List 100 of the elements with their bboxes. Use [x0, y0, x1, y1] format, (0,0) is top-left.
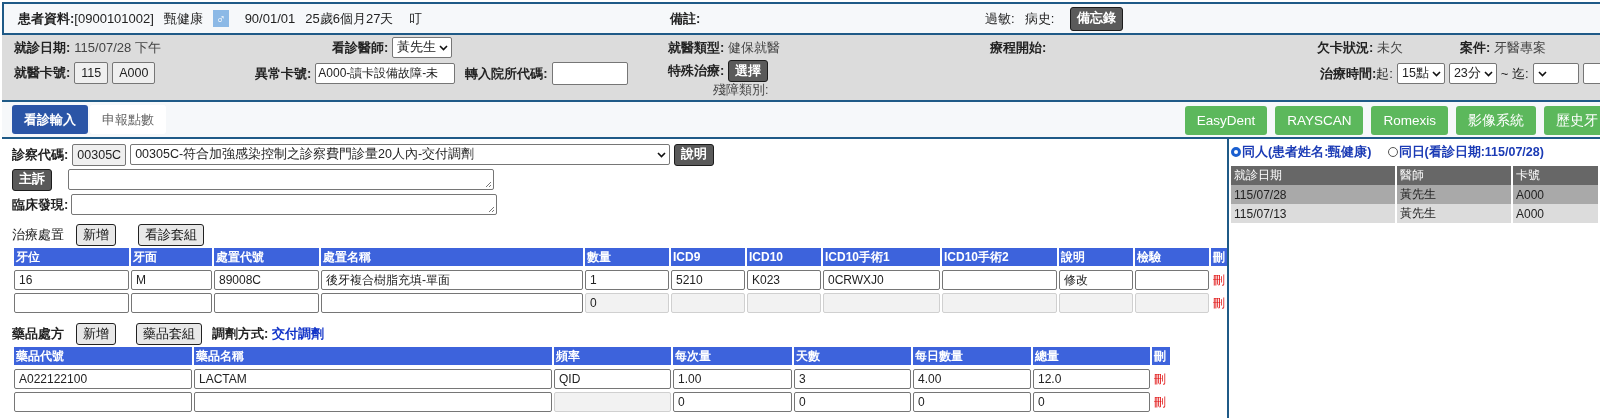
column-header: ICD9	[671, 248, 745, 266]
delete-link[interactable]: 刪	[1152, 393, 1170, 411]
caret-icon	[1483, 70, 1493, 77]
explain-button[interactable]: 說明	[674, 143, 715, 166]
table-cell[interactable]: A000	[1513, 185, 1600, 204]
input-field[interactable]: K023	[747, 270, 821, 290]
field-label: 起:	[1376, 64, 1393, 83]
input-field[interactable]: 3	[794, 369, 911, 389]
section-title: 藥品處方	[12, 325, 64, 343]
column-header: 卡號	[1513, 166, 1600, 185]
complaint-button[interactable]: 主訴	[12, 168, 52, 191]
column-header: 總量	[1033, 347, 1150, 365]
hour-select[interactable]: 15點	[1396, 63, 1445, 84]
section-button[interactable]: 藥品套組	[136, 323, 202, 345]
input-field[interactable]: 0	[794, 392, 911, 412]
column-header: ICD10手術1	[823, 248, 940, 266]
radio-icon[interactable]	[1231, 147, 1241, 157]
patient-name: 甄健康	[163, 9, 203, 28]
input-field[interactable]	[14, 293, 129, 313]
table-cell[interactable]: 115/07/13	[1231, 204, 1397, 223]
caret-icon	[439, 44, 449, 51]
input-field[interactable]	[321, 293, 583, 313]
input-field[interactable]: 後牙複合樹脂充填-單面	[321, 270, 583, 290]
input-field[interactable]: LACTAM	[194, 369, 552, 389]
input-field[interactable]	[14, 392, 192, 412]
field-label: 就醫卡號:	[14, 64, 71, 82]
column-header: 每日數量	[913, 347, 1031, 365]
section-button[interactable]: 新增	[76, 224, 116, 246]
text-area[interactable]	[68, 169, 494, 190]
section-button[interactable]: 新增	[76, 323, 116, 345]
patient-id: 患者資料:[0900101002]	[18, 9, 154, 28]
field-label: 診察代碼:	[12, 145, 69, 164]
minute-select[interactable]: 23分	[1448, 63, 1497, 84]
text-area[interactable]	[71, 194, 498, 215]
table-cell[interactable]: A000	[1513, 204, 1600, 223]
tab[interactable]: 看診輸入	[12, 105, 88, 134]
input-field[interactable]: 修改	[1059, 270, 1133, 290]
delete-link[interactable]: 刪	[1211, 294, 1229, 312]
input-field[interactable]: 12.0	[1033, 369, 1150, 389]
section-title: 治療處置	[12, 226, 64, 244]
input-field[interactable]	[214, 293, 319, 313]
caret-icon	[657, 151, 667, 158]
input-field[interactable]	[131, 293, 212, 313]
hour-select[interactable]	[1532, 63, 1579, 84]
delete-link[interactable]: 刪	[1152, 370, 1170, 388]
input-field[interactable]: 0CRWXJ0	[823, 270, 940, 290]
input-field[interactable]	[942, 270, 1057, 290]
column-header: ICD10	[747, 248, 821, 266]
column-header: 醫師	[1397, 166, 1513, 185]
field-label: 欠卡狀況:	[1317, 38, 1374, 57]
section-button[interactable]: 看診套組	[138, 224, 204, 246]
code-select[interactable]: 00305C-符合加強感染控制之診察費門診量20人內-交付調劑	[130, 144, 671, 165]
input-field[interactable]: QID	[554, 369, 671, 389]
field-label: 異常卡號:	[255, 64, 312, 83]
memo-button[interactable]: 備忘錄	[1070, 6, 1124, 31]
column-header: ICD10手術2	[942, 248, 1057, 266]
input-field[interactable]: A022122100	[14, 369, 192, 389]
alert-mark: 叮	[409, 9, 423, 28]
birth-date: 90/01/01	[244, 11, 296, 26]
input-field[interactable]: M	[131, 270, 212, 290]
resize-grip-icon	[488, 206, 496, 213]
field-label: 就醫類型:	[668, 38, 725, 57]
input-field[interactable]: 4.00	[913, 369, 1031, 389]
table-cell[interactable]: 黃先生	[1397, 185, 1513, 204]
input-field[interactable]: A000	[112, 62, 156, 84]
column-header: 天數	[794, 347, 911, 365]
column-header: 數量	[585, 248, 669, 266]
column-header: 檢驗	[1135, 248, 1209, 266]
field-value: 未欠	[1377, 38, 1404, 57]
input-field[interactable]	[194, 392, 552, 412]
input-field[interactable]: 5210	[671, 270, 745, 290]
table-cell[interactable]: 115/07/28	[1231, 185, 1397, 204]
input-field[interactable]: 1	[585, 270, 669, 290]
gender-badge: ♂	[212, 10, 229, 27]
table-cell[interactable]: 黃先生	[1397, 204, 1513, 223]
resize-grip-icon	[485, 181, 492, 188]
delete-link[interactable]: 刪	[1211, 271, 1229, 289]
allergy-label: 過敏:	[985, 9, 1015, 28]
doctor-select[interactable]: 黃先生	[392, 37, 453, 58]
input-field[interactable]: 1.00	[673, 369, 792, 389]
radio-option[interactable]: 同日(看診日期:115/07/28)	[1387, 143, 1544, 161]
column-header: 刪	[1152, 347, 1170, 365]
input-field[interactable]: 16	[14, 270, 129, 290]
radio-icon[interactable]	[1387, 147, 1398, 157]
input-field[interactable]	[1135, 270, 1209, 290]
remark-label: 備註:	[670, 9, 701, 28]
input-field[interactable]: 00305C	[72, 143, 127, 166]
select-button[interactable]: 選擇	[728, 60, 769, 82]
input-field[interactable]: 0	[1033, 392, 1150, 412]
input-field[interactable]	[551, 62, 628, 85]
radio-option[interactable]: 同人(患者姓名:甄健康)	[1231, 143, 1372, 161]
input-field[interactable]: 89008C	[214, 270, 319, 290]
field-label: 治療時間:	[1320, 64, 1377, 83]
input-field[interactable]: A000-讀卡設備故障-未	[315, 63, 456, 84]
input-field[interactable]: 0	[913, 392, 1031, 412]
field-label: 臨床發現:	[12, 195, 69, 214]
input-field[interactable]: 115	[74, 62, 109, 84]
input-field[interactable]: 0	[673, 392, 792, 412]
column-header: 藥品代號	[14, 347, 192, 365]
tab[interactable]: 申報點數	[90, 105, 166, 134]
